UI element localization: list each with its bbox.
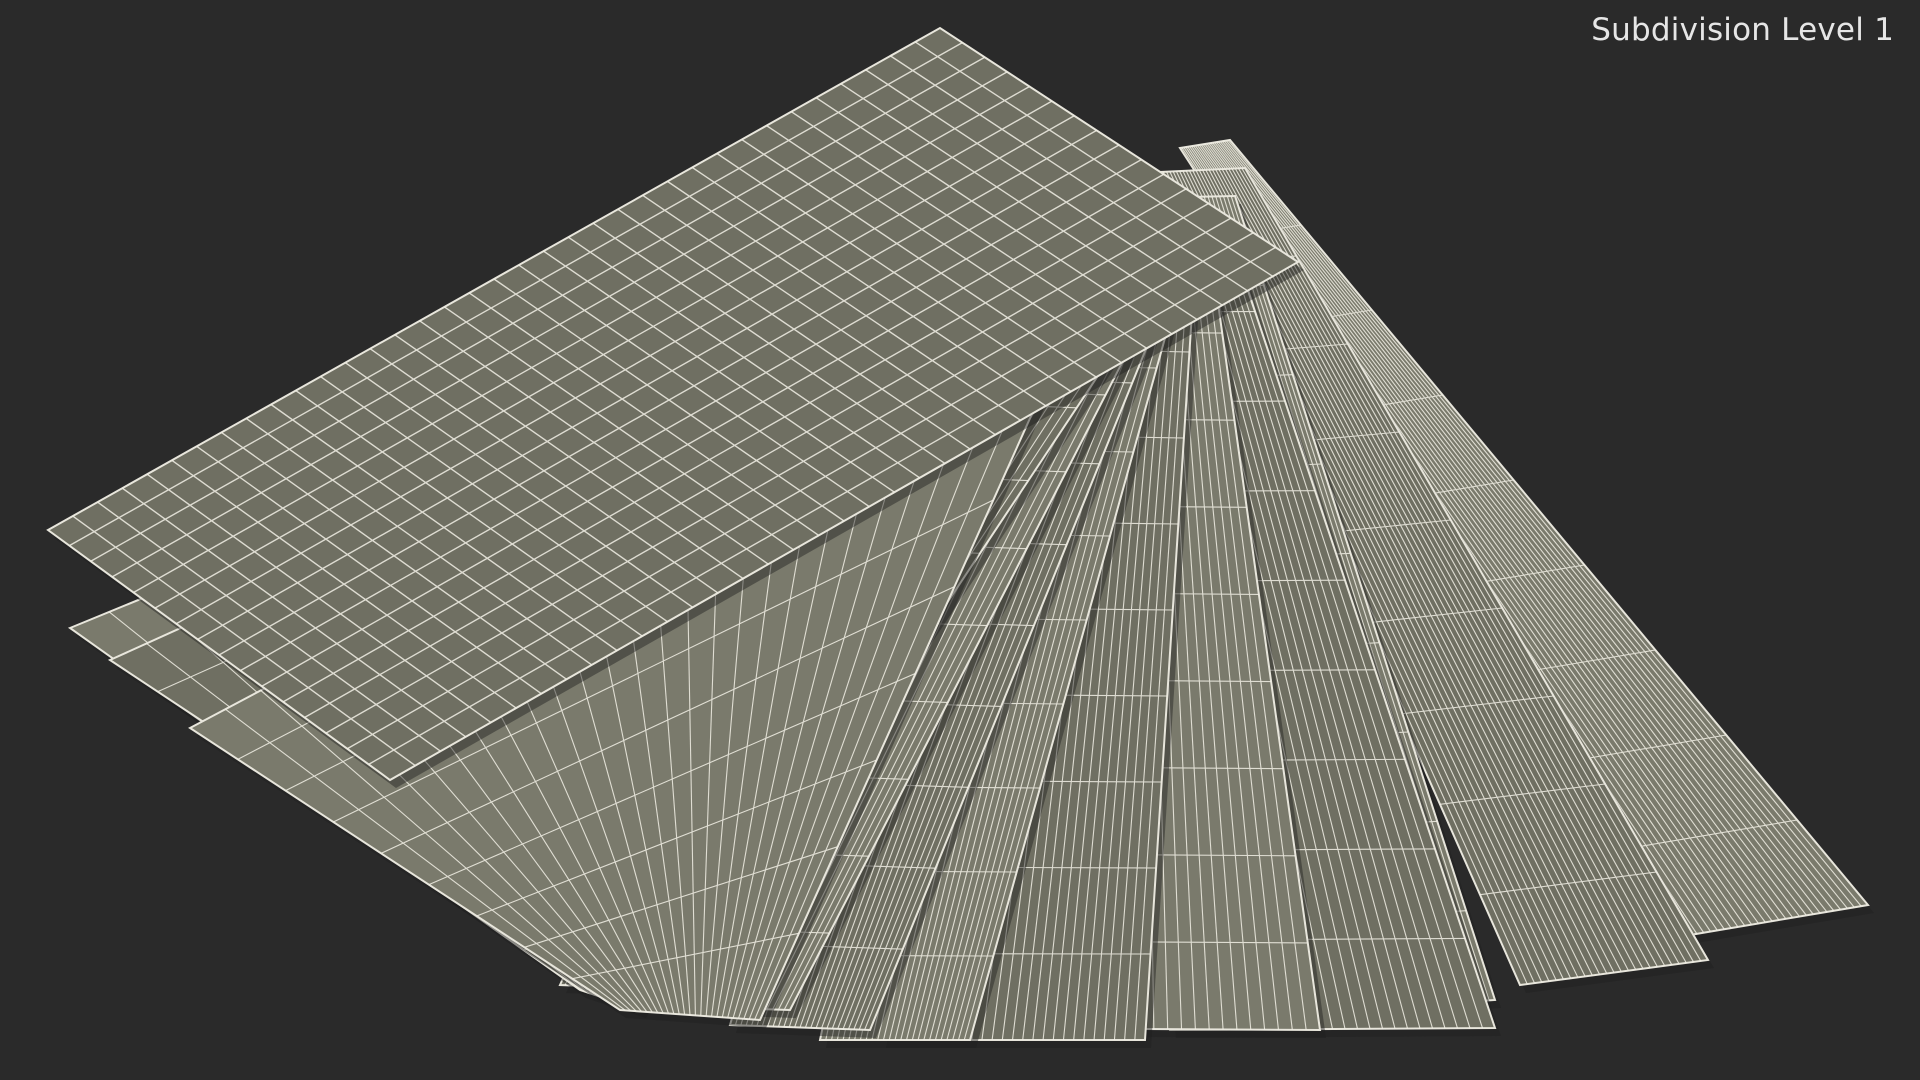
subdivision-level-label: Subdivision Level 1 bbox=[1591, 12, 1894, 48]
sheet-stack-render bbox=[46, 26, 1874, 1048]
sheets-group bbox=[46, 26, 1874, 1048]
3d-viewport: Subdivision Level 1 bbox=[0, 0, 1920, 1080]
